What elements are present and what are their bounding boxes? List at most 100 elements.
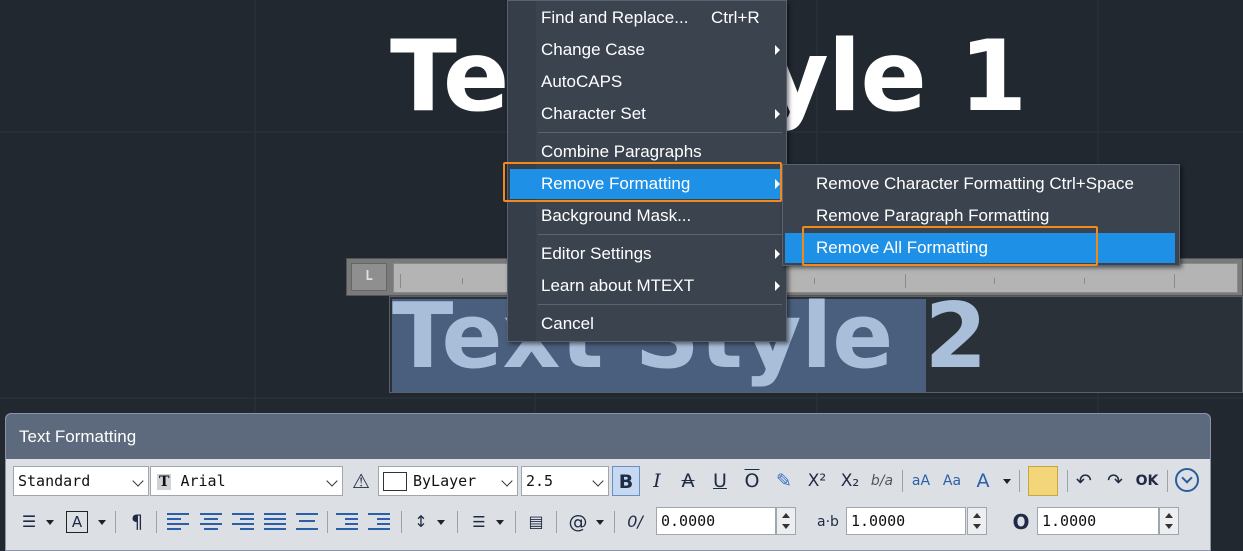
chevron-down-icon[interactable] [98, 520, 106, 525]
annotative-icon[interactable]: ⚠ [347, 466, 375, 496]
chevron-down-icon [132, 475, 144, 487]
color-select[interactable]: ByLayer [378, 466, 518, 496]
ruler-tab-marker[interactable]: L [351, 263, 387, 291]
oblique-angle-input[interactable]: 0.0000 [656, 507, 776, 535]
menu-item-label: Combine Paragraphs [541, 142, 702, 161]
symbol-button[interactable]: @ [564, 507, 592, 537]
undo-icon[interactable]: ↶ [1070, 466, 1098, 496]
menu-item-autocaps[interactable]: AutoCAPS [510, 67, 784, 97]
decrease-indent-icon[interactable] [336, 511, 358, 531]
menu-item-label: Cancel [541, 314, 594, 333]
stack-button[interactable]: b/a [868, 466, 896, 496]
menu-item-background-mask[interactable]: Background Mask... [510, 201, 784, 231]
chevron-down-icon [326, 475, 338, 487]
bold-button[interactable]: B [612, 466, 640, 496]
width-factor-spinner[interactable] [1159, 507, 1179, 535]
text-formatting-toolbar: Text Formatting Standard T Arial ⚠ ByLay… [5, 413, 1211, 551]
line-spacing-icon[interactable]: ↕ [407, 507, 435, 537]
text-style-select[interactable]: Standard [13, 466, 149, 496]
menu-separator [538, 304, 782, 305]
chevron-down-icon[interactable] [437, 520, 445, 525]
italic-button[interactable]: I [643, 466, 671, 496]
underline-button[interactable]: U [706, 466, 734, 496]
tracking-spinner[interactable] [967, 507, 987, 535]
toolbar-separator [1167, 470, 1168, 492]
submenu-arrow-icon [775, 109, 780, 119]
toolbar-row-2: ☰ A ¶ ↕ ☰ ▤ @ 0/ 0.0000 a·b 1.0000 O 1.0… [6, 502, 1210, 542]
oblique-angle-spinner[interactable] [776, 507, 796, 535]
width-factor-input[interactable]: 1.0000 [1037, 507, 1159, 535]
uppercase-icon[interactable]: aA [907, 466, 935, 496]
insert-field-icon[interactable]: ▤ [522, 507, 550, 537]
superscript-button[interactable]: X² [803, 466, 831, 496]
ruler-toggle-button[interactable] [1028, 466, 1058, 496]
menu-item-shortcut: Ctrl+R [711, 8, 760, 27]
chevron-down-icon[interactable] [1003, 479, 1011, 484]
menu-item-find-replace[interactable]: Find and Replace... Ctrl+R [510, 3, 784, 33]
toolbar-separator [614, 511, 615, 533]
color-value: ByLayer [413, 472, 477, 490]
toolbar-separator [401, 511, 402, 533]
lowercase-icon[interactable]: Aa [938, 466, 966, 496]
chevron-down-icon[interactable] [596, 520, 604, 525]
redo-icon[interactable]: ↷ [1101, 466, 1129, 496]
toolbar-separator [115, 511, 116, 533]
chevron-down-icon [501, 475, 513, 487]
toolbar-separator [902, 470, 903, 492]
numbering-icon[interactable]: ☰ [465, 507, 493, 537]
menu-item-editor-settings[interactable]: Editor Settings [510, 239, 784, 269]
submenu-arrow-icon [775, 249, 780, 259]
font-value: Arial [180, 472, 226, 490]
distribute-icon[interactable] [296, 511, 318, 531]
toolbar-separator [327, 511, 328, 533]
text-height-select[interactable]: 2.5 [521, 466, 609, 496]
toolbar-row-1: Standard T Arial ⚠ ByLayer 2.5 B I A U O… [6, 461, 1210, 501]
columns-icon[interactable]: ☰ [15, 507, 43, 537]
overline-button[interactable]: O [738, 466, 766, 496]
text-style-value: Standard [18, 472, 91, 490]
justify-icon[interactable] [264, 511, 286, 531]
menu-item-change-case[interactable]: Change Case [510, 35, 784, 65]
paragraph-icon[interactable]: ¶ [123, 507, 151, 537]
menu-item-label: Character Set [541, 104, 646, 123]
toolbar-separator [515, 511, 516, 533]
subscript-button[interactable]: X₂ [836, 466, 864, 496]
strikethrough-button[interactable]: A [674, 466, 702, 496]
submenu-arrow-icon [775, 281, 780, 291]
remove-formatting-icon[interactable]: A [969, 466, 997, 496]
submenu-item-label: Remove Paragraph Formatting [816, 206, 1050, 225]
tracking-input[interactable]: 1.0000 [846, 507, 966, 535]
mtext-justification-icon[interactable]: A [66, 511, 88, 533]
menu-item-label: Background Mask... [541, 206, 692, 225]
align-left-icon[interactable] [167, 511, 189, 531]
menu-item-label: Find and Replace... [541, 8, 689, 27]
toolbar-separator [1067, 470, 1068, 492]
increase-indent-icon[interactable] [368, 511, 390, 531]
toolbar-separator [556, 511, 557, 533]
menu-item-character-set[interactable]: Character Set [510, 99, 784, 129]
chevron-down-icon[interactable] [46, 520, 54, 525]
submenu-item-label: Remove Character Formatting Ctrl+Space [816, 174, 1134, 193]
expand-options-icon[interactable] [1175, 468, 1199, 492]
submenu-item-remove-character-formatting[interactable]: Remove Character Formatting Ctrl+Space [785, 169, 1175, 199]
font-select[interactable]: T Arial [150, 466, 343, 496]
match-properties-icon[interactable]: ✎ [770, 466, 798, 496]
menu-item-cancel[interactable]: Cancel [510, 309, 784, 339]
align-center-icon[interactable] [200, 511, 222, 531]
ok-button[interactable]: OK [1133, 466, 1161, 496]
chevron-down-icon [592, 475, 604, 487]
tracking-label: a·b [817, 514, 839, 530]
align-right-icon[interactable] [232, 511, 254, 531]
color-swatch [383, 472, 407, 491]
menu-item-learn-mtext[interactable]: Learn about MTEXT [510, 271, 784, 301]
width-factor-icon: O [1012, 510, 1030, 534]
toolbar-separator [156, 511, 157, 533]
toolbar-title[interactable]: Text Formatting [6, 414, 1210, 459]
toolbar-separator [457, 511, 458, 533]
oblique-angle-icon: 0/ [627, 512, 643, 531]
chevron-down-icon[interactable] [496, 520, 504, 525]
truetype-font-icon: T [157, 474, 172, 490]
submenu-arrow-icon [775, 45, 780, 55]
toolbar-separator [1019, 470, 1020, 492]
menu-separator [538, 234, 782, 235]
